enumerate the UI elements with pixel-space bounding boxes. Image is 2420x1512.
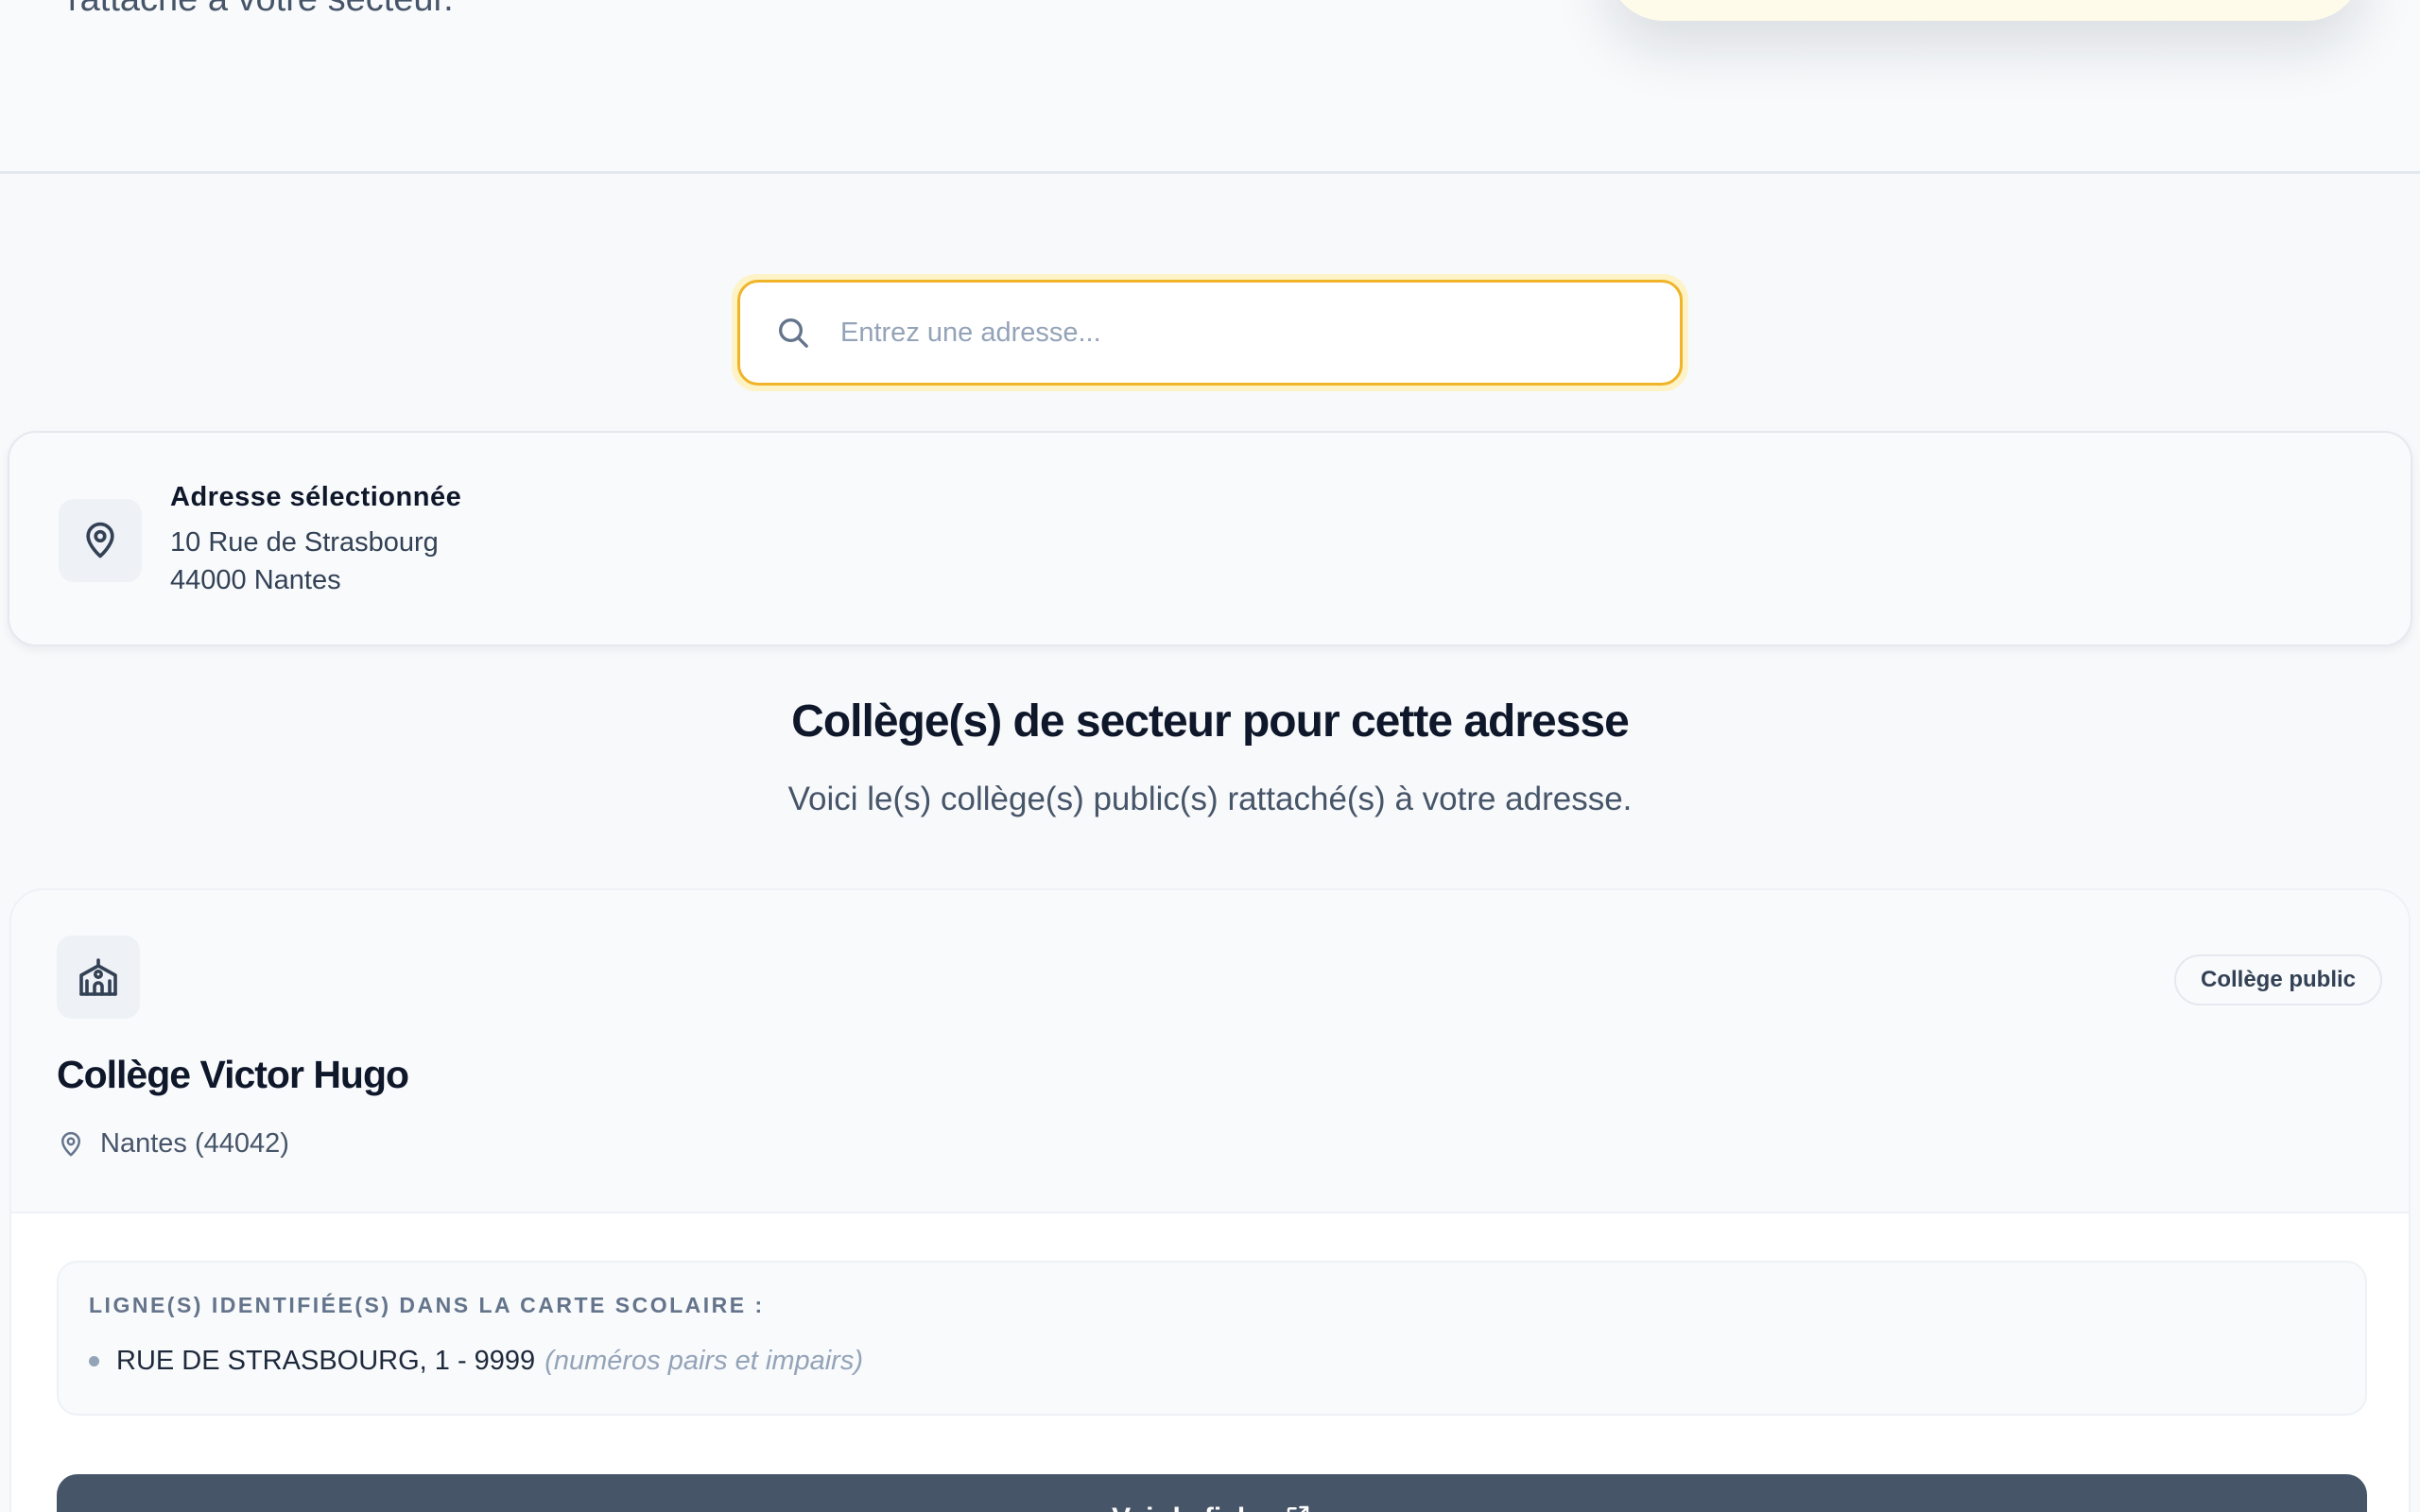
results-title: Collège(s) de secteur pour cette adresse	[791, 696, 1630, 747]
address-pin-tile	[59, 499, 142, 582]
search-focus-ring	[732, 274, 1688, 391]
results-subtitle: Voici le(s) collège(s) public(s) rattach…	[787, 781, 1633, 817]
school-city: Nantes (44042)	[100, 1128, 289, 1159]
search-box[interactable]	[737, 280, 1683, 386]
school-map-lines: LIGNE(S) IDENTIFIÉE(S) DANS LA CARTE SCO…	[57, 1261, 2367, 1416]
view-school-button[interactable]: Voir la fiche	[57, 1474, 2367, 1512]
search-icon	[779, 318, 808, 348]
selected-address-card: Adresse sélectionnée 10 Rue de Strasbour…	[8, 431, 2412, 646]
selected-address-street: 10 Rue de Strasbourg	[170, 527, 439, 558]
school-icon	[79, 958, 117, 996]
bullet-icon	[89, 1356, 99, 1366]
view-school-label: Voir la fiche	[1112, 1503, 1270, 1512]
school-location: Nantes (44042)	[57, 1128, 289, 1160]
school-card-header: Collège public Collège Victor Hugo Nante…	[11, 890, 2409, 1213]
school-icon-tile	[57, 936, 140, 1019]
selected-address-city: 44000 Nantes	[170, 565, 341, 595]
hero-card	[1607, 0, 2363, 21]
hero-subtitle: rattaché à votre secteur.	[68, 0, 454, 20]
school-card: Collège public Collège Victor Hugo Nante…	[9, 888, 2411, 1512]
line-street: RUE DE STRASBOURG, 1 - 9999	[116, 1346, 536, 1376]
school-type-badge: Collège public	[2173, 954, 2382, 1005]
school-name: Collège Victor Hugo	[57, 1053, 409, 1096]
line-note: (numéros pairs et impairs)	[544, 1346, 864, 1376]
selected-address-label: Adresse sélectionnée	[170, 482, 462, 512]
address-search-input[interactable]	[840, 317, 1597, 349]
map-pin-icon	[61, 1131, 80, 1156]
map-pin-icon	[86, 522, 114, 558]
lines-title: LIGNE(S) IDENTIFIÉE(S) DANS LA CARTE SCO…	[89, 1293, 765, 1317]
hero-section: rattaché à votre secteur.	[0, 0, 2420, 174]
list-item: RUE DE STRASBOURG, 1 - 9999 (numéros pai…	[89, 1346, 863, 1377]
external-link-icon	[1287, 1505, 1309, 1512]
